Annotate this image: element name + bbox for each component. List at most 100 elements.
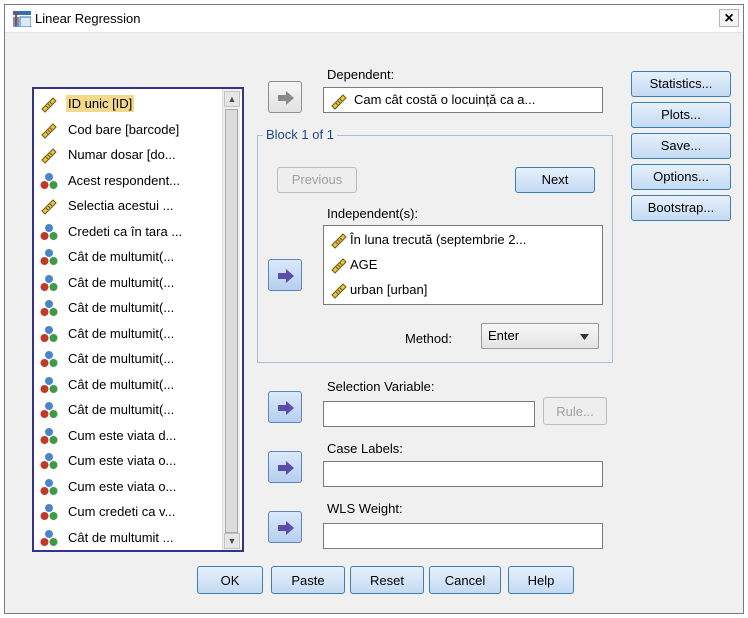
variable-label: Cât de multumit(... xyxy=(68,351,175,366)
method-label: Method: xyxy=(405,331,452,346)
method-value: Enter xyxy=(488,328,520,343)
selection-label: Selection Variable: xyxy=(327,379,435,394)
next-button[interactable]: Next xyxy=(515,167,595,193)
variable-list-item[interactable]: Cum este viata o... xyxy=(36,450,220,472)
move-to-selection-button[interactable] xyxy=(268,391,302,423)
cancel-button[interactable]: Cancel xyxy=(429,566,501,594)
nominal-variable-icon xyxy=(40,452,58,470)
statistics-button[interactable]: Statistics... xyxy=(631,71,731,97)
nominal-variable-icon xyxy=(40,529,58,547)
move-to-dependent-button[interactable] xyxy=(268,81,302,113)
nominal-variable-icon xyxy=(40,223,58,241)
scroll-up-button[interactable]: ▲ xyxy=(224,91,240,107)
variable-list-item[interactable]: Cât de multumit(... xyxy=(36,399,220,421)
variable-label: Cod bare [barcode] xyxy=(68,121,180,137)
list-scrollbar[interactable]: ▲ ▼ xyxy=(222,89,240,550)
plots-button[interactable]: Plots... xyxy=(631,102,731,128)
variable-list-item[interactable]: Cum este viata o... xyxy=(36,476,220,498)
variable-label: Cum este viata o... xyxy=(68,453,177,468)
nominal-variable-icon xyxy=(40,350,58,368)
variable-list-item[interactable]: Selectia acestui ... xyxy=(36,195,220,217)
variable-label: Cât de multumit(... xyxy=(68,325,175,341)
dependent-label: Dependent: xyxy=(327,67,395,82)
variable-label: Cât de multumit(... xyxy=(68,249,175,264)
case-labels-field[interactable] xyxy=(323,461,603,487)
nominal-variable-icon xyxy=(40,172,58,190)
variable-label: Cum este viata d... xyxy=(68,427,177,443)
variable-list-item[interactable]: Cât de multumit(... xyxy=(36,374,220,396)
chevron-down-icon xyxy=(580,334,589,340)
independents-list[interactable]: În luna trecută (septembrie 2... AGE urban… xyxy=(323,225,603,305)
variable-label: Cât de multumit(... xyxy=(68,300,175,315)
method-select[interactable]: Enter xyxy=(481,323,599,349)
nominal-variable-icon xyxy=(40,427,58,445)
options-button[interactable]: Options... xyxy=(631,164,731,190)
reset-button[interactable]: Reset xyxy=(350,566,424,594)
variable-list-item[interactable]: Cât de multumit(... xyxy=(36,348,220,370)
save-button[interactable]: Save... xyxy=(631,133,731,159)
nominal-variable-icon xyxy=(40,503,58,521)
nominal-variable-icon xyxy=(40,248,58,266)
variable-label: Acest respondent... xyxy=(68,172,181,188)
window-title: Linear Regression xyxy=(35,11,141,26)
variable-list-item[interactable]: Credeti ca în tara ... xyxy=(36,221,220,243)
dependent-value: Cam cât costă o locuință ca a... xyxy=(354,92,536,107)
case-labels-label: Case Labels: xyxy=(327,441,403,456)
independent-label: În luna trecută (septembrie 2... xyxy=(350,232,527,247)
move-to-independents-button[interactable] xyxy=(268,259,302,291)
variable-list-item[interactable]: Cât de multumit ... xyxy=(36,527,220,549)
help-button[interactable]: Help xyxy=(508,566,574,594)
scale-variable-icon xyxy=(331,94,347,110)
regression-app-icon xyxy=(13,11,31,27)
move-to-wls-weight-button[interactable] xyxy=(268,511,302,543)
variable-list[interactable]: ID unic [ID] Cod bare [barcode] Numar dosa… xyxy=(32,87,244,552)
arrow-right-icon xyxy=(278,401,294,415)
variable-label: Numar dosar [do... xyxy=(68,147,176,162)
scrollbar-thumb[interactable] xyxy=(225,109,238,533)
arrow-right-icon xyxy=(278,461,294,475)
scale-variable-icon xyxy=(40,95,58,113)
variable-list-item[interactable]: Cât de multumit(... xyxy=(36,272,220,294)
nominal-variable-icon xyxy=(40,299,58,317)
variable-list-item[interactable]: Cât de multumit(... xyxy=(36,246,220,268)
variable-list-item[interactable]: Numar dosar [do... xyxy=(36,144,220,166)
dependent-field[interactable]: Cam cât costă o locuință ca a... xyxy=(323,87,603,113)
variable-label: Cât de multumit(... xyxy=(68,274,175,290)
variable-list-item[interactable]: Acest respondent... xyxy=(36,170,220,192)
variable-list-item[interactable]: Cât de multumit(... xyxy=(36,297,220,319)
block-legend: Block 1 of 1 xyxy=(263,127,337,142)
title-bar: Linear Regression × xyxy=(5,5,743,33)
independent-label: AGE xyxy=(350,257,378,272)
independents-label: Independent(s): xyxy=(327,206,419,221)
variable-list-item[interactable]: Cât de multumit(... xyxy=(36,323,220,345)
rule-button[interactable]: Rule... xyxy=(543,397,607,425)
previous-button[interactable]: Previous xyxy=(277,167,357,193)
paste-button[interactable]: Paste xyxy=(271,566,345,594)
variable-list-item[interactable]: Cod bare [barcode] xyxy=(36,119,220,141)
variable-list-item[interactable]: Cum credeti ca v... xyxy=(36,501,220,523)
ok-button[interactable]: OK xyxy=(197,566,263,594)
scale-variable-icon xyxy=(330,281,348,299)
scale-variable-icon xyxy=(40,146,58,164)
arrow-right-icon xyxy=(278,521,294,535)
scale-variable-icon xyxy=(330,231,348,249)
nominal-variable-icon xyxy=(40,274,58,292)
variable-label: Cât de multumit ... xyxy=(68,529,174,545)
variable-label: Cât de multumit(... xyxy=(68,376,175,392)
variable-list-item[interactable]: Cum este viata d... xyxy=(36,425,220,447)
bootstrap-button[interactable]: Bootstrap... xyxy=(631,195,731,221)
variable-label: Credeti ca în tara ... xyxy=(68,223,183,239)
scale-variable-icon xyxy=(330,256,348,274)
wls-weight-field[interactable] xyxy=(323,523,603,549)
selection-field[interactable] xyxy=(323,401,535,427)
nominal-variable-icon xyxy=(40,376,58,394)
arrow-right-icon xyxy=(278,91,294,105)
move-to-case-labels-button[interactable] xyxy=(268,451,302,483)
nominal-variable-icon xyxy=(40,401,58,419)
scroll-down-button[interactable]: ▼ xyxy=(224,533,240,549)
variable-list-item[interactable]: ID unic [ID] xyxy=(36,93,220,115)
variable-label: Cum este viata o... xyxy=(68,478,177,494)
close-button[interactable]: × xyxy=(719,9,739,27)
linear-regression-dialog: Linear Regression × ID unic [ID] Cod bare… xyxy=(4,4,744,614)
nominal-variable-icon xyxy=(40,478,58,496)
